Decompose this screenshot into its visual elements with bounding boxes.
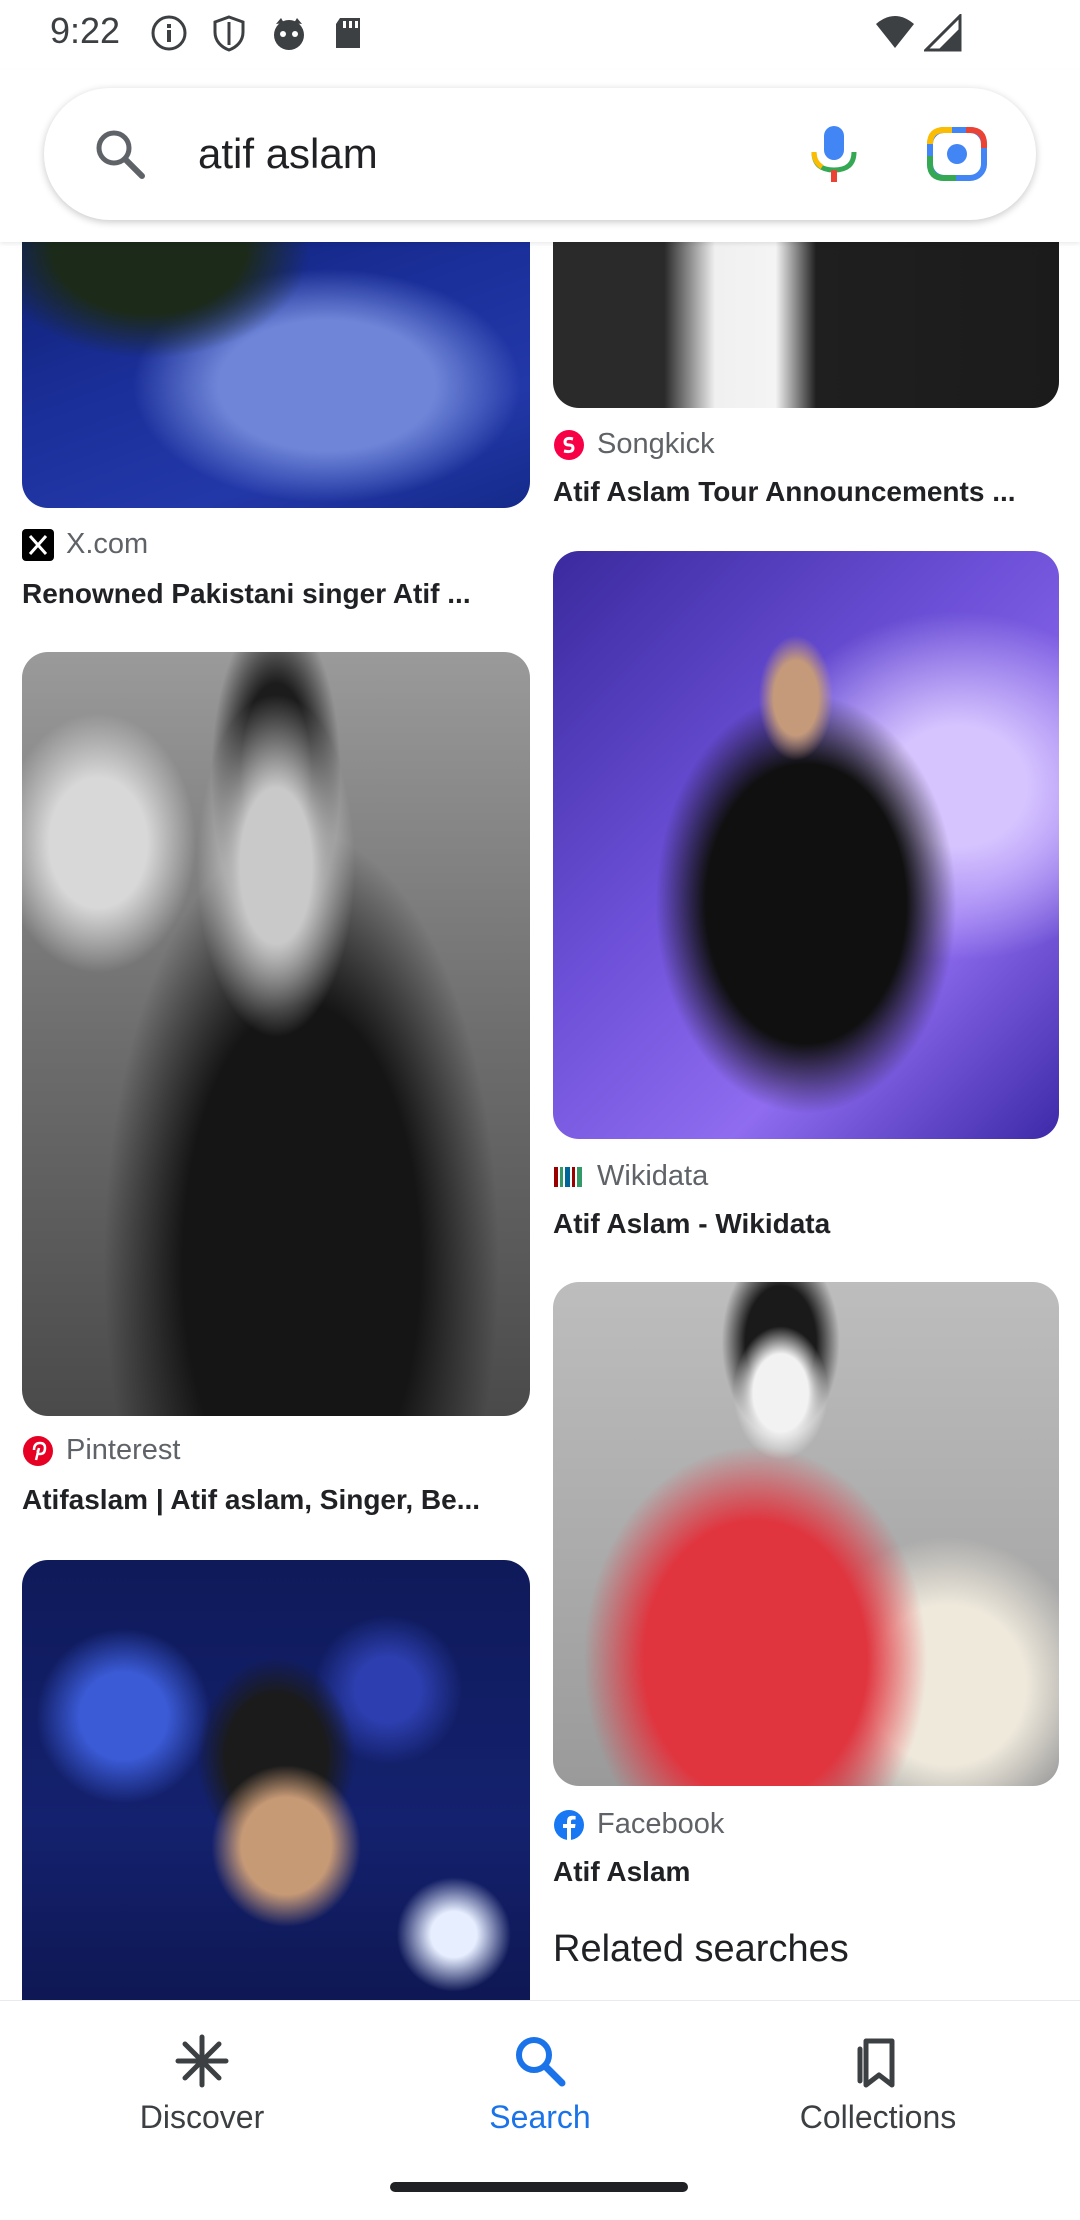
- result-title[interactable]: Atif Aslam: [553, 1856, 1053, 1888]
- result-image[interactable]: [22, 652, 530, 1416]
- result-image[interactable]: [22, 242, 530, 508]
- result-image[interactable]: [22, 1560, 530, 2000]
- status-system-icons: [874, 12, 962, 57]
- songkick-logo-icon: [553, 429, 585, 461]
- result-source-label: X.com: [66, 528, 149, 560]
- lens-icon[interactable]: [926, 126, 988, 182]
- result-source[interactable]: Pinterest: [22, 1434, 180, 1467]
- status-notification-icons: [150, 14, 368, 52]
- pinterest-logo-icon: [22, 1435, 54, 1467]
- search-bar[interactable]: atif aslam: [44, 88, 1036, 220]
- result-image[interactable]: [553, 1282, 1059, 1786]
- result-source[interactable]: Wikidata: [553, 1160, 708, 1193]
- result-title[interactable]: Atifaslam | Atif aslam, Singer, Be...: [22, 1484, 522, 1516]
- nav-discover[interactable]: Discover: [62, 2031, 342, 2136]
- nav-search-label: Search: [489, 2099, 591, 2135]
- result-title[interactable]: Atif Aslam - Wikidata: [553, 1208, 1053, 1240]
- result-title[interactable]: Atif Aslam Tour Announcements ...: [553, 476, 1053, 508]
- result-source-label: Pinterest: [66, 1434, 181, 1466]
- nav-discover-label: Discover: [139, 2099, 265, 2135]
- search-icon[interactable]: [92, 126, 148, 182]
- info-icon: [150, 14, 188, 52]
- cat-face-icon: [270, 14, 308, 52]
- sd-card-icon: [330, 14, 368, 52]
- wikidata-logo-icon: [553, 1161, 585, 1193]
- collections-icon: [857, 2038, 895, 2088]
- nav-collections[interactable]: Collections: [738, 2031, 1018, 2136]
- result-source-label: Songkick: [597, 428, 715, 460]
- wifi-icon: [874, 14, 916, 57]
- search-input[interactable]: atif aslam: [198, 130, 378, 178]
- result-title[interactable]: Renowned Pakistani singer Atif ...: [22, 578, 522, 610]
- related-searches-heading: Related searches: [553, 1928, 849, 1970]
- nav-search[interactable]: Search: [400, 2031, 680, 2136]
- search-header: atif aslam: [0, 70, 1080, 242]
- image-results-grid: X.com Renowned Pakistani singer Atif ...…: [0, 242, 1080, 2000]
- mic-icon[interactable]: [804, 122, 864, 186]
- nav-collections-label: Collections: [799, 2099, 957, 2135]
- status-time: 9:22: [50, 10, 121, 51]
- discover-asterisk-icon: [175, 2034, 229, 2088]
- result-source-label: Facebook: [597, 1808, 725, 1840]
- facebook-logo-icon: [553, 1809, 585, 1841]
- search-icon: [516, 2037, 566, 2087]
- result-source-label: Wikidata: [597, 1160, 709, 1192]
- result-source[interactable]: X.com: [22, 528, 148, 561]
- result-source[interactable]: Songkick: [553, 428, 715, 461]
- signal-icon: [922, 12, 962, 57]
- shield-icon: [210, 14, 248, 52]
- result-image[interactable]: [553, 242, 1059, 408]
- x-logo-icon: [22, 528, 54, 561]
- result-image[interactable]: [553, 551, 1059, 1139]
- home-indicator[interactable]: [390, 2182, 688, 2192]
- status-bar: 9:22: [0, 0, 1080, 70]
- result-source[interactable]: Facebook: [553, 1808, 724, 1841]
